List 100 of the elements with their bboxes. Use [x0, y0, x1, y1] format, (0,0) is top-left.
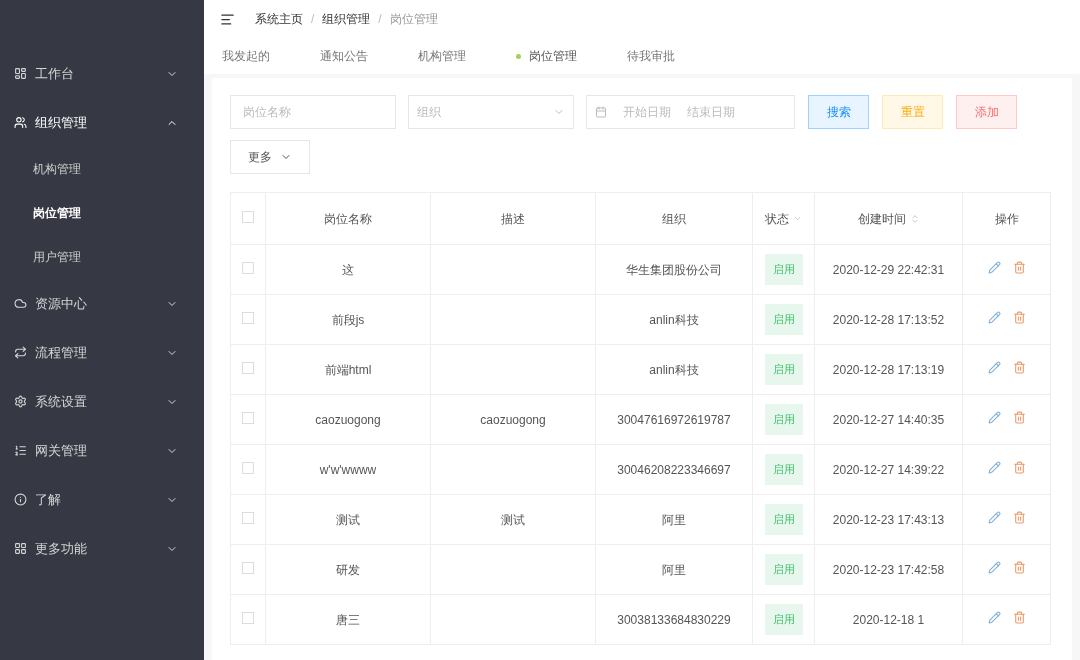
table-cell: 30046208223346697	[617, 462, 731, 477]
column-header: 创建时间	[857, 210, 906, 228]
table-cell: 30038133684830229	[617, 612, 731, 627]
sidebar-item[interactable]: 工作台	[0, 49, 204, 98]
tab[interactable]: 岗位管理	[516, 47, 577, 65]
breadcrumb-item: 岗位管理	[389, 11, 438, 28]
list-icon	[14, 444, 27, 457]
table-cell: 阿里	[662, 562, 686, 577]
row-checkbox[interactable]	[242, 511, 254, 524]
row-checkbox[interactable]	[242, 411, 254, 424]
table-cell: 前段js	[331, 312, 365, 327]
delete-icon[interactable]	[1012, 460, 1026, 474]
table-cell: 2020-12-29 22:42:31	[832, 262, 945, 277]
status-tag: 启用	[764, 404, 803, 435]
row-checkbox[interactable]	[242, 461, 254, 474]
filter-icon[interactable]	[793, 214, 802, 223]
column-header: 描述	[501, 210, 525, 228]
table-cell: 测试	[501, 512, 525, 527]
edit-icon[interactable]	[987, 560, 1001, 574]
sidebar-item[interactable]: 组织管理	[0, 98, 204, 147]
sidebar-item[interactable]: 网关管理	[0, 426, 204, 475]
edit-icon[interactable]	[987, 360, 1001, 374]
sidebar-item[interactable]: 更多功能	[0, 524, 204, 573]
status-tag: 启用	[764, 304, 803, 335]
dashboard-icon	[14, 67, 27, 80]
edit-icon[interactable]	[987, 260, 1001, 274]
status-tag: 启用	[764, 504, 803, 535]
column-header: 状态	[765, 210, 789, 228]
edit-icon[interactable]	[987, 510, 1001, 524]
status-tag: 启用	[764, 354, 803, 385]
table-cell: 2020-12-28 17:13:52	[832, 312, 945, 327]
table-cell: caozuogong	[480, 412, 546, 427]
table-cell: w'w'wwww	[319, 462, 377, 477]
row-checkbox[interactable]	[242, 361, 254, 374]
tab[interactable]: 待我审批	[627, 47, 675, 65]
sidebar-subitem[interactable]: 用户管理	[0, 235, 204, 279]
status-tag: 启用	[764, 604, 803, 635]
breadcrumb-item[interactable]: 组织管理	[322, 10, 371, 28]
grid-icon	[14, 542, 27, 555]
repeat-icon	[14, 346, 27, 359]
sidebar-item[interactable]: 流程管理	[0, 328, 204, 377]
table-cell: 唐三	[336, 612, 360, 627]
breadcrumb-separator: /	[378, 11, 382, 28]
breadcrumb-separator: /	[311, 11, 315, 28]
breadcrumb-item[interactable]: 系统主页	[255, 10, 303, 28]
tab[interactable]: 通知公告	[320, 47, 368, 65]
tab[interactable]: 我发起的	[222, 47, 270, 65]
calendar-icon	[595, 106, 607, 118]
column-header: 岗位名称	[324, 210, 372, 228]
row-checkbox[interactable]	[242, 311, 254, 324]
edit-icon[interactable]	[987, 310, 1001, 324]
row-checkbox[interactable]	[242, 561, 254, 574]
tab[interactable]: 机构管理	[418, 47, 466, 65]
sidebar-item[interactable]: 资源中心	[0, 279, 204, 328]
position-name-field[interactable]: 岗位名称	[230, 95, 396, 129]
sidebar-subitem[interactable]: 岗位管理	[0, 191, 204, 235]
delete-icon[interactable]	[1012, 560, 1026, 574]
status-tag: 启用	[764, 554, 803, 585]
cloud-icon	[14, 297, 27, 310]
delete-icon[interactable]	[1012, 410, 1026, 424]
table-cell: 2020-12-28 17:13:19	[832, 362, 945, 377]
status-tag: 启用	[764, 454, 803, 485]
table-cell: 2020-12-27 14:39:22	[832, 462, 945, 477]
table-cell: anlin科技	[649, 312, 699, 327]
column-header: 操作	[994, 210, 1019, 228]
column-header: 组织	[662, 210, 686, 228]
edit-icon[interactable]	[987, 410, 1001, 424]
table-cell: 前端html	[324, 362, 372, 377]
table-cell: anlin科技	[649, 362, 699, 377]
table-cell: 30047616972619787	[617, 412, 731, 427]
row-checkbox[interactable]	[242, 611, 254, 624]
delete-icon[interactable]	[1012, 360, 1026, 374]
edit-icon[interactable]	[987, 610, 1001, 624]
table-cell: 测试	[336, 512, 360, 527]
table-cell: 研发	[336, 562, 360, 577]
table-cell: 2020-12-27 14:40:35	[832, 412, 945, 427]
table-cell: 2020-12-23 17:42:58	[832, 562, 945, 577]
sidebar-item[interactable]: 了解	[0, 475, 204, 524]
delete-icon[interactable]	[1012, 310, 1026, 324]
delete-icon[interactable]	[1012, 510, 1026, 524]
table-cell: 2020-12-18 1	[852, 612, 925, 627]
sidebar-item[interactable]: 系统设置	[0, 377, 204, 426]
users-icon	[14, 116, 27, 129]
sidebar-subitem[interactable]: 机构管理	[0, 147, 204, 191]
sort-icon[interactable]	[909, 213, 920, 224]
delete-icon[interactable]	[1012, 610, 1026, 624]
table-cell: caozuogong	[315, 412, 381, 427]
settings-icon	[14, 395, 27, 408]
delete-icon[interactable]	[1012, 260, 1026, 274]
status-tag: 启用	[764, 254, 803, 285]
info-icon	[14, 493, 27, 506]
more-button[interactable]: 更多	[230, 140, 310, 174]
table-cell: 阿里	[662, 512, 686, 527]
row-checkbox[interactable]	[242, 261, 254, 274]
table-cell: 2020-12-23 17:43:13	[832, 512, 945, 527]
table-cell: 这	[342, 262, 354, 277]
table-cell: 华生集团股份公司	[626, 262, 722, 277]
menu-icon[interactable]	[220, 11, 235, 27]
select-all-checkbox[interactable]	[242, 210, 254, 223]
edit-icon[interactable]	[987, 460, 1001, 474]
